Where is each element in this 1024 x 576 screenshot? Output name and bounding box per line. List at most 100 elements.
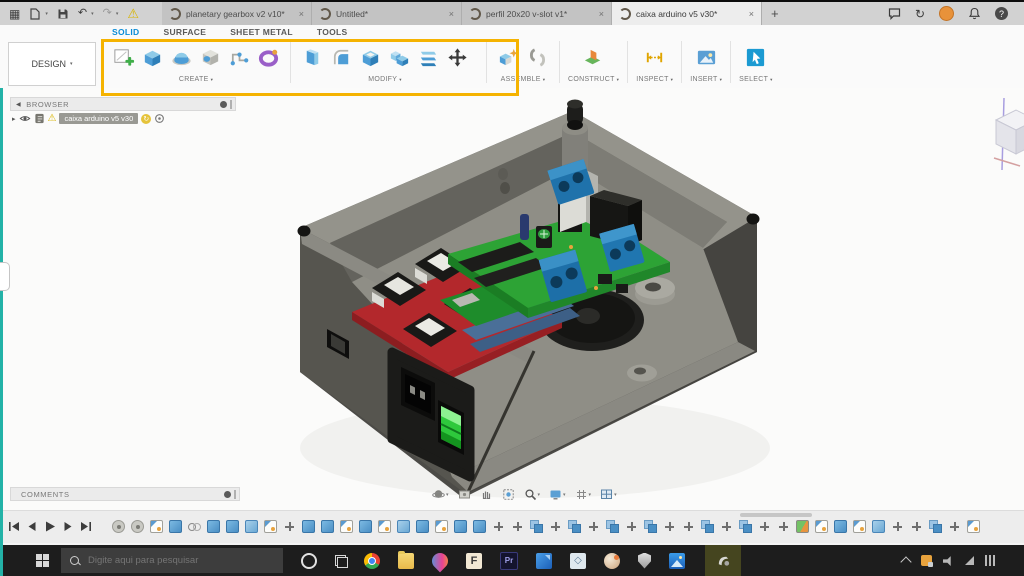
- timeline-feature-sketch[interactable]: [340, 520, 353, 533]
- paint3d-drop-icon[interactable]: [429, 549, 452, 572]
- timeline-feature-move[interactable]: [777, 520, 790, 533]
- timeline-feature-box[interactable]: [454, 520, 467, 533]
- coil-icon[interactable]: [255, 43, 282, 72]
- file-caret-icon[interactable]: ▾: [45, 11, 48, 17]
- task-view-icon[interactable]: [335, 555, 346, 566]
- timeline-feature-copy[interactable]: [530, 520, 543, 533]
- taskbar-search[interactable]: [61, 548, 283, 573]
- timeline-feature-link[interactable]: [188, 520, 201, 533]
- browser-panel-header[interactable]: ◀ BROWSER: [10, 97, 236, 111]
- timeline-feature-plane[interactable]: [796, 520, 809, 533]
- timeline-feature-sketch[interactable]: [853, 520, 866, 533]
- pattern-path-icon[interactable]: [226, 43, 253, 72]
- construct-plane-icon[interactable]: [580, 43, 607, 72]
- timeline-feature-move[interactable]: [682, 520, 695, 533]
- tray-network-icon[interactable]: [965, 556, 974, 565]
- select-icon[interactable]: [742, 43, 769, 72]
- look-at-tool[interactable]: [458, 488, 471, 501]
- ribbon-tab-sheet-metal[interactable]: SHEET METAL: [230, 27, 293, 41]
- tray-chevron-icon[interactable]: [900, 556, 911, 567]
- timeline-feature-sketch[interactable]: [435, 520, 448, 533]
- ribbon-tab-solid[interactable]: SOLID: [112, 27, 139, 41]
- movies-app-icon[interactable]: [536, 553, 552, 569]
- panel-options-icon[interactable]: [220, 101, 227, 108]
- pan-tool[interactable]: [480, 488, 493, 501]
- timeline-feature-box[interactable]: [834, 520, 847, 533]
- timeline-feature-move[interactable]: [511, 520, 524, 533]
- timeline-feature-sketch[interactable]: [378, 520, 391, 533]
- comments-panel-header[interactable]: COMMENTS: [10, 487, 240, 501]
- orbit-tool[interactable]: ▾: [432, 488, 449, 501]
- origin-target-icon[interactable]: [154, 113, 165, 124]
- timeline-feature-move[interactable]: [720, 520, 733, 533]
- timeline-feature-sketch[interactable]: [264, 520, 277, 533]
- premiere-icon[interactable]: Pr: [500, 552, 518, 570]
- group-label-inspect[interactable]: INSPECT▾: [636, 76, 673, 83]
- sync-icon[interactable]: ↻: [915, 8, 925, 20]
- timeline-feature-move[interactable]: [663, 520, 676, 533]
- update-badge-icon[interactable]: ↻: [141, 114, 151, 124]
- insert-image-icon[interactable]: [693, 43, 720, 72]
- paint-sphere-icon[interactable]: [604, 553, 620, 569]
- grid-and-snaps-tool[interactable]: ▾: [575, 488, 592, 501]
- new-component-icon[interactable]: [495, 43, 522, 72]
- fit-tool[interactable]: [502, 488, 515, 501]
- viewports-tool[interactable]: ▾: [600, 488, 617, 501]
- help-icon[interactable]: ?: [995, 7, 1008, 20]
- timeline-feature-joint[interactable]: [131, 520, 144, 533]
- revolve-icon[interactable]: [168, 43, 195, 72]
- visibility-eye-icon[interactable]: [19, 114, 31, 123]
- file-explorer-icon[interactable]: [398, 553, 414, 569]
- timeline-feature-copy[interactable]: [644, 520, 657, 533]
- tray-volume-icon[interactable]: [985, 555, 996, 566]
- comment-bubble-icon[interactable]: [888, 7, 901, 20]
- play-button[interactable]: [44, 521, 56, 532]
- panel-grip-icon[interactable]: [230, 100, 232, 109]
- document-tab[interactable]: caixa arduino v5 v30*×: [612, 2, 762, 25]
- shell-icon[interactable]: [357, 43, 384, 72]
- timeline-feature-move[interactable]: [891, 520, 904, 533]
- skip-to-start-button[interactable]: [8, 521, 20, 532]
- save-icon[interactable]: [57, 8, 69, 20]
- timeline-feature-copy[interactable]: [929, 520, 942, 533]
- group-label-construct[interactable]: CONSTRUCT▾: [568, 76, 619, 83]
- f-app-icon[interactable]: F: [466, 553, 482, 569]
- panel-options-icon[interactable]: [224, 491, 231, 498]
- timeline-feature-move[interactable]: [910, 520, 923, 533]
- timeline-feature-box[interactable]: [473, 520, 486, 533]
- group-label-select[interactable]: SELECT▾: [739, 76, 773, 83]
- timeline-feature-box2[interactable]: [397, 520, 410, 533]
- close-tab-icon[interactable]: ×: [749, 9, 754, 19]
- timeline-feature-copy[interactable]: [606, 520, 619, 533]
- new-document-button[interactable]: +: [762, 6, 788, 21]
- timeline-feature-copy[interactable]: [568, 520, 581, 533]
- timeline-feature-move[interactable]: [587, 520, 600, 533]
- fusion-360-taskbar-icon[interactable]: [705, 545, 741, 576]
- display-settings-tool[interactable]: ▾: [549, 488, 566, 501]
- timeline-feature-box[interactable]: [226, 520, 239, 533]
- timeline-feature-sketch[interactable]: [967, 520, 980, 533]
- search-input[interactable]: [86, 554, 260, 567]
- selected-component-label[interactable]: caixa arduino v5 v30: [59, 113, 138, 124]
- tray-speaker-icon[interactable]: [943, 555, 954, 566]
- timeline-feature-move[interactable]: [283, 520, 296, 533]
- group-label-insert[interactable]: INSERT▾: [690, 76, 722, 83]
- undo-caret-icon[interactable]: ▾: [91, 11, 94, 17]
- step-backward-button[interactable]: [26, 521, 38, 532]
- measure-icon[interactable]: [641, 43, 668, 72]
- upgrade-warning-icon[interactable]: ⚠: [127, 7, 139, 20]
- ribbon-tab-tools[interactable]: TOOLS: [317, 27, 348, 41]
- expand-node-icon[interactable]: ▸: [12, 115, 16, 123]
- close-tab-icon[interactable]: ×: [299, 9, 304, 19]
- joint-icon[interactable]: [524, 43, 551, 72]
- timeline-feature-box[interactable]: [169, 520, 182, 533]
- file-new-icon[interactable]: [29, 8, 41, 20]
- timeline-feature-sketch[interactable]: [815, 520, 828, 533]
- timeline-feature-box[interactable]: [321, 520, 334, 533]
- timeline-feature-box2[interactable]: [245, 520, 258, 533]
- panel-grip-icon[interactable]: [234, 490, 236, 499]
- group-label-modify[interactable]: MODIFY▾: [368, 76, 402, 83]
- document-tab[interactable]: perfil 20x20 v-slot v1*×: [462, 2, 612, 25]
- avatar[interactable]: [939, 6, 954, 21]
- workspace-selector[interactable]: DESIGN ▾: [8, 42, 96, 86]
